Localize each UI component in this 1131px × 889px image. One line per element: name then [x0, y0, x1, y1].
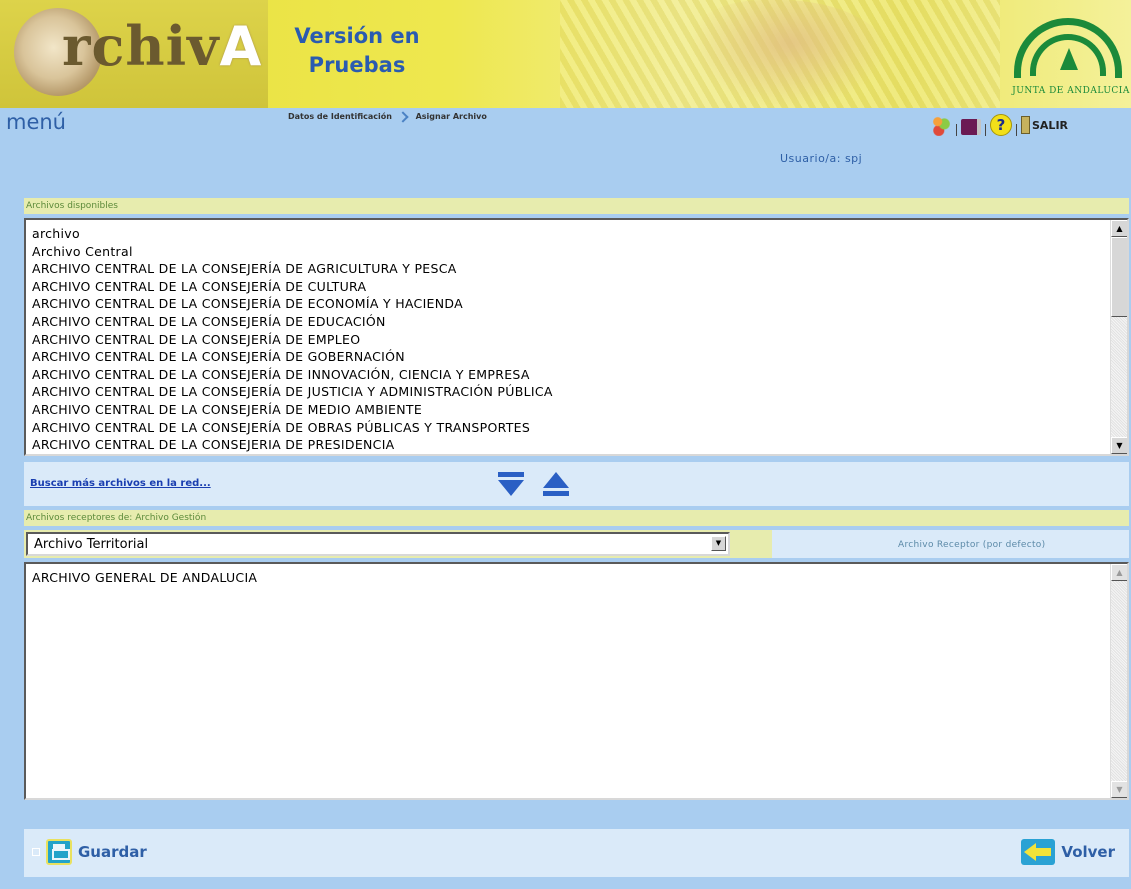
receptor-archives-list[interactable]: ARCHIVO GENERAL DE ANDALUCIA ▲ ▼	[24, 562, 1129, 800]
list-item[interactable]: ARCHIVO CENTRAL DE LA CONSEJERIA DE PRES…	[32, 436, 1121, 454]
toolbar: ? SALIR	[930, 114, 1068, 136]
scroll-up-button: ▲	[1111, 564, 1127, 581]
breadcrumb-item-asignar: Asignar Archivo	[415, 112, 487, 121]
logout-label: SALIR	[1032, 118, 1069, 132]
nav-bar: menú Datos de Identificación Asignar Arc…	[0, 108, 1131, 140]
search-more-archives-link[interactable]: Buscar más archivos en la red...	[30, 478, 211, 489]
scroll-thumb[interactable]	[1111, 237, 1127, 317]
toolbar-divider	[956, 124, 957, 136]
list-item[interactable]: ARCHIVO CENTRAL DE LA CONSEJERÍA DE MEDI…	[32, 401, 1121, 419]
toolbar-divider	[985, 124, 986, 136]
toolbar-divider	[1016, 124, 1017, 136]
list-item[interactable]: ARCHIVO GENERAL DE ANDALUCIA	[32, 569, 1121, 587]
scrollbar[interactable]: ▲ ▼	[1110, 220, 1127, 454]
header-banner: rchivA Versión en Pruebas JUNTA DE ANDAL…	[0, 0, 1131, 108]
user-label: Usuario/a: spj	[780, 152, 863, 165]
receptor-archives-items: ARCHIVO GENERAL DE ANDALUCIA	[26, 564, 1127, 592]
breadcrumb-item-identificacion[interactable]: Datos de Identificación	[288, 112, 392, 121]
list-item[interactable]: ARCHIVO CENTRAL DE LA CONSEJERÍA DE AGRI…	[32, 260, 1121, 278]
logout-button[interactable]: SALIR	[1021, 116, 1068, 134]
version-line-2: Pruebas	[308, 53, 406, 77]
bullet-icon	[32, 848, 40, 856]
chevron-right-icon	[397, 110, 409, 123]
receptor-archives-label: Archivos receptores de: Archivo Gestión	[24, 510, 1129, 526]
archive-type-value: Archivo Territorial	[34, 537, 149, 552]
scrollbar-disabled: ▲ ▼	[1110, 564, 1127, 798]
logo-text-suffix: A	[219, 15, 263, 78]
junta-label: JUNTA DE ANDALUCIA	[1012, 86, 1130, 96]
junta-triangle	[1060, 48, 1078, 70]
chevron-down-icon[interactable]: ▼	[711, 536, 726, 551]
back-label: Volver	[1061, 843, 1115, 861]
list-item[interactable]: Archivo Central	[32, 243, 1121, 261]
archive-type-select[interactable]: Archivo Territorial ▼	[26, 532, 730, 556]
back-button[interactable]: Volver	[1021, 839, 1115, 865]
list-item[interactable]: ARCHIVO CENTRAL DE LA CONSEJERÍA DE CULT…	[32, 278, 1121, 296]
list-item[interactable]: ARCHIVO CENTRAL DE LA CONSEJERÍA DE OBRA…	[32, 419, 1121, 437]
available-archives-items: archivo Archivo Central ARCHIVO CENTRAL DE…	[26, 220, 1127, 454]
default-receptor-label: Archivo Receptor (por defecto)	[772, 530, 1129, 558]
back-arrow-icon	[1021, 839, 1056, 865]
app-logo: rchivA	[0, 0, 268, 108]
logo-text: rchivA	[62, 14, 262, 78]
available-archives-label: Archivos disponibles	[24, 198, 1129, 214]
save-button[interactable]: Guardar	[32, 839, 147, 865]
transfer-actions: Buscar más archivos en la red...	[24, 462, 1129, 506]
version-label: Versión en Pruebas	[292, 22, 422, 80]
list-item[interactable]: ARCHIVO CENTRAL DE LA CONSEJERÍA DE INNO…	[32, 366, 1121, 384]
users-icon[interactable]	[930, 114, 952, 136]
list-item[interactable]: ARCHIVO CENTRAL DE LA CONSEJERÍA DE ECON…	[32, 295, 1121, 313]
breadcrumb: Datos de Identificación Asignar Archivo	[288, 110, 487, 123]
move-down-icon[interactable]	[496, 470, 526, 498]
version-line-1: Versión en	[294, 24, 420, 48]
floppy-disk-icon	[46, 839, 72, 865]
book-icon[interactable]	[961, 118, 981, 135]
list-item[interactable]: ARCHIVO CENTRAL DE LA CONSEJERÍA DE GOBE…	[32, 348, 1121, 366]
menu-button[interactable]: menú	[6, 110, 66, 134]
scroll-down-button: ▼	[1111, 781, 1127, 798]
receptor-type-row: Archivo Territorial ▼ Archivo Receptor (…	[24, 530, 1129, 558]
move-up-icon[interactable]	[541, 470, 571, 498]
footer-bar: Guardar Volver	[24, 829, 1129, 877]
help-icon[interactable]: ?	[990, 114, 1012, 136]
scroll-up-button[interactable]: ▲	[1111, 220, 1127, 237]
list-item[interactable]: archivo	[32, 225, 1121, 243]
list-item[interactable]: ARCHIVO CENTRAL DE LA CONSEJERÍA DE JUST…	[32, 383, 1121, 401]
list-item[interactable]: ARCHIVO CENTRAL DE LA CONSEJERÍA DE EMPL…	[32, 331, 1121, 349]
scroll-down-button[interactable]: ▼	[1111, 437, 1127, 454]
list-item[interactable]: ARCHIVO CENTRAL DE LA CONSEJERÍA DE EDUC…	[32, 313, 1121, 331]
logo-text-main: rchiv	[62, 14, 220, 78]
available-archives-list[interactable]: archivo Archivo Central ARCHIVO CENTRAL DE…	[24, 218, 1129, 456]
save-label: Guardar	[78, 843, 147, 861]
door-icon	[1021, 116, 1030, 134]
